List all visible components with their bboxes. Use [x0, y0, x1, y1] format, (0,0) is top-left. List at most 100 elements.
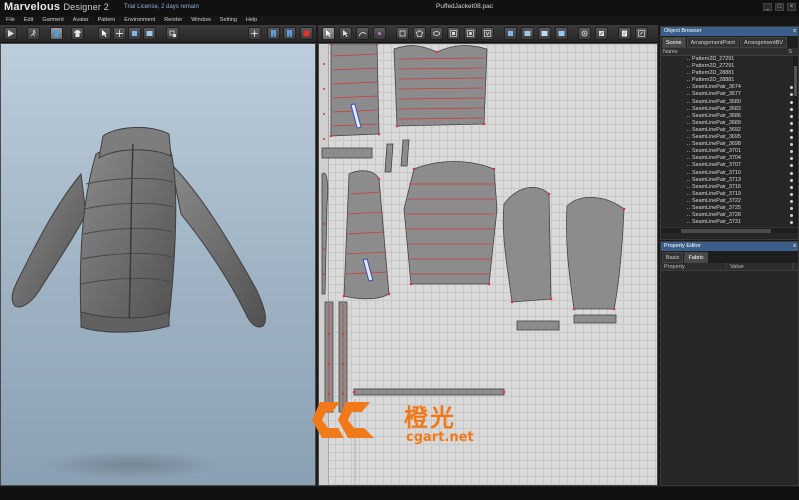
minimize-button[interactable]: _	[763, 3, 772, 11]
tree-item[interactable]: SeamLinePair_3692	[661, 127, 798, 134]
note-tool[interactable]	[618, 27, 631, 40]
menu-render[interactable]: Render	[164, 16, 182, 25]
tree-item[interactable]: SeamLinePair_3731	[661, 219, 798, 226]
tree-item[interactable]: SeamLinePair_3719	[661, 191, 798, 198]
menu-garment[interactable]: Garment	[42, 16, 63, 25]
texture-tool[interactable]	[578, 27, 591, 40]
pattern-piece[interactable]	[330, 44, 380, 137]
menu-setting[interactable]: Setting	[220, 16, 237, 25]
pattern-piece[interactable]	[321, 172, 329, 295]
pattern-piece[interactable]	[403, 161, 498, 285]
tree-item[interactable]: SeamLinePair_3710	[661, 170, 798, 177]
internal-polygon-tool[interactable]	[464, 27, 477, 40]
tab-arrangement-bv[interactable]: ArrangementBV	[739, 37, 788, 48]
segment-seam-tool[interactable]	[555, 27, 568, 40]
walk-button[interactable]	[27, 27, 40, 40]
select-tool-3d[interactable]	[98, 27, 111, 40]
dart-tool[interactable]	[481, 27, 494, 40]
scroll-thumb[interactable]	[681, 229, 771, 233]
tree-item[interactable]: Pattern2D_27291	[661, 56, 798, 63]
tree-item[interactable]: SeamLinePair_3707	[661, 162, 798, 169]
edit-curve-tool[interactable]	[356, 27, 369, 40]
garment-button[interactable]	[71, 27, 84, 40]
pattern-piece[interactable]	[566, 196, 625, 310]
close-icon[interactable]: x	[793, 27, 796, 36]
tree-item[interactable]: SeamLinePair_3680	[661, 99, 798, 106]
tree-item[interactable]: SeamLinePair_3689	[661, 120, 798, 127]
property-editor-tabs: Basic Fabric	[661, 251, 798, 263]
tree-item[interactable]: SeamLinePair_3695	[661, 134, 798, 141]
menu-window[interactable]: Window	[191, 16, 211, 25]
edit-point-tool[interactable]	[339, 27, 352, 40]
tree-scrollbar-vertical[interactable]	[793, 56, 798, 227]
polygon-tool[interactable]	[413, 27, 426, 40]
tree-item[interactable]: SeamLinePair_3716	[661, 184, 798, 191]
tree-item[interactable]: SeamLinePair_3683	[661, 106, 798, 113]
tree-item[interactable]: SeamLinePair_3713	[661, 177, 798, 184]
tree-item[interactable]: SeamLinePair_3725	[661, 205, 798, 212]
menu-avatar[interactable]: Avatar	[73, 16, 89, 25]
pattern-piece[interactable]	[573, 314, 617, 324]
tab-scene[interactable]: Scene	[662, 37, 686, 48]
pattern-piece[interactable]	[502, 187, 552, 303]
circle-icon	[433, 31, 440, 36]
tree-item[interactable]: SeamLinePair_3677	[661, 91, 798, 98]
column-name[interactable]: Name	[663, 49, 678, 55]
tree-item[interactable]: SeamLinePair_3728	[661, 212, 798, 219]
transform-tool[interactable]	[248, 27, 261, 40]
tree-item[interactable]: SeamLinePair_3701	[661, 148, 798, 155]
pattern-piece[interactable]	[516, 320, 560, 331]
column-property[interactable]: Property	[661, 263, 727, 270]
menu-help[interactable]: Help	[246, 16, 257, 25]
pattern-piece[interactable]	[400, 139, 410, 167]
pattern-piece[interactable]	[384, 143, 394, 173]
internal-rect-tool[interactable]	[447, 27, 460, 40]
close-button[interactable]: ×	[787, 3, 796, 11]
maximize-button[interactable]: □	[775, 3, 784, 11]
tree-scrollbar-horizontal[interactable]	[661, 227, 798, 233]
menu-file[interactable]: File	[6, 16, 15, 25]
annotation-tool[interactable]	[635, 27, 648, 40]
move-tool-3d[interactable]	[113, 27, 126, 40]
free-seam-tool[interactable]	[521, 27, 534, 40]
pattern-piece[interactable]	[321, 147, 373, 159]
tree-item[interactable]: SeamLinePair_3698	[661, 141, 798, 148]
avatar-button[interactable]	[50, 27, 63, 40]
avatar-display-button-2[interactable]	[283, 27, 296, 40]
viewport-3d[interactable]	[0, 43, 316, 486]
tree-item[interactable]: SeamLinePair_3674	[661, 84, 798, 91]
scroll-thumb[interactable]	[794, 66, 797, 96]
seam-tool[interactable]	[504, 27, 517, 40]
tree-item[interactable]: Pattern2D_28881	[661, 77, 798, 84]
measure-tool[interactable]	[166, 27, 179, 40]
rectangle-tool[interactable]	[396, 27, 409, 40]
avatar-display-button[interactable]	[267, 27, 280, 40]
tree-item[interactable]: SeamLinePair_3722	[661, 198, 798, 205]
tab-arrangement-point[interactable]: ArrangementPoint	[686, 37, 739, 48]
pin-tool[interactable]	[143, 27, 156, 40]
record-button[interactable]	[300, 27, 313, 40]
free-seam-icon	[524, 31, 531, 36]
pattern-piece[interactable]	[393, 45, 488, 127]
close-icon[interactable]: x	[793, 242, 796, 251]
fold-tool[interactable]	[128, 27, 141, 40]
menu-pattern[interactable]: Pattern	[98, 16, 116, 25]
tree-item[interactable]: SeamLinePair_3704	[661, 155, 798, 162]
menu-environment[interactable]: Environment	[124, 16, 155, 25]
column-s[interactable]: S	[788, 48, 792, 56]
menu-edit[interactable]: Edit	[24, 16, 33, 25]
tack-tool[interactable]	[538, 27, 551, 40]
tree-item[interactable]: Pattern2D_28881	[661, 70, 798, 77]
tree-item[interactable]: SeamLinePair_3686	[661, 113, 798, 120]
column-value[interactable]: Value	[727, 263, 793, 270]
select-tool-2d[interactable]	[322, 27, 335, 40]
tab-basic[interactable]: Basic	[662, 252, 684, 263]
edit-texture-tool[interactable]	[595, 27, 608, 40]
pattern-piece[interactable]	[343, 170, 390, 300]
tab-fabric[interactable]: Fabric	[684, 252, 708, 263]
add-point-tool[interactable]	[373, 27, 386, 40]
tree-item[interactable]: Pattern2D_27291	[661, 63, 798, 70]
object-browser-panel: Object Browser x Scene ArrangementPoint …	[660, 26, 799, 240]
circle-tool[interactable]	[430, 27, 443, 40]
simulate-button[interactable]	[4, 27, 17, 40]
